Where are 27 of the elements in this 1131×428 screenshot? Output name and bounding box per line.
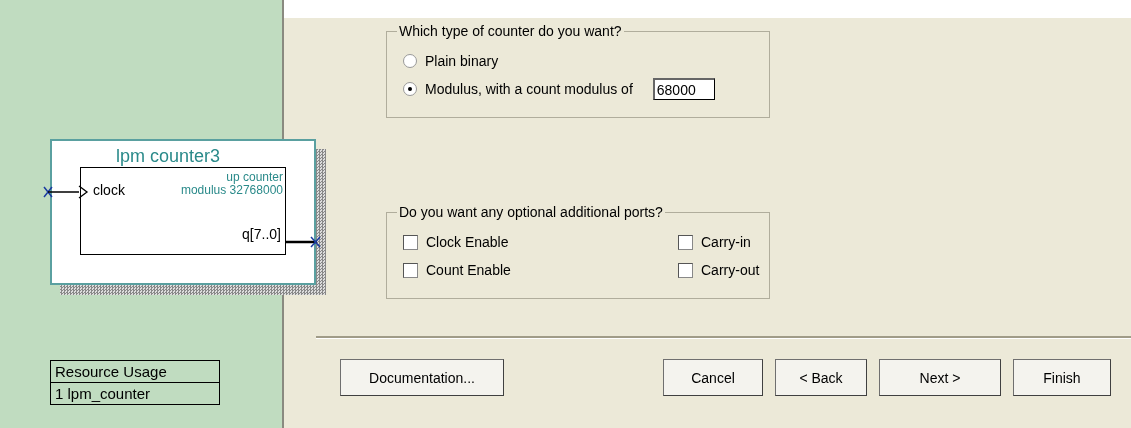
symbol-note: modulus 32768000 [180, 184, 283, 197]
option-label: Modulus, with a count modulus of [425, 81, 633, 97]
table-cell-text: 1 lpm_counter [54, 384, 152, 404]
option-label: Carry-in [701, 234, 751, 250]
option-label: Carry-out [701, 262, 760, 278]
wizard-button[interactable]: Finish [1013, 359, 1111, 396]
wizard-button[interactable]: Cancel [663, 359, 763, 396]
option-label: Clock Enable [426, 234, 509, 250]
checkbox[interactable] [403, 262, 418, 278]
wizard-button[interactable]: Next > [879, 359, 1001, 396]
modulus-input[interactable]: 68000 [652, 78, 715, 100]
group-title: Which type of counter do you want? [398, 23, 623, 39]
checkbox[interactable] [678, 262, 693, 278]
wizard-button[interactable]: < Back [775, 359, 867, 396]
group-title: Do you want any optional additional ports? [398, 204, 664, 220]
pin-label: q[7..0] [242, 226, 281, 242]
checkbox[interactable] [678, 234, 693, 250]
radio-button[interactable] [403, 54, 417, 68]
pin-label: clock [93, 182, 125, 198]
symbol-title: lpm counter3 [116, 146, 221, 167]
option-label: Count Enable [426, 262, 511, 278]
table-header: Resource Usage [51, 361, 219, 383]
radio-button[interactable] [403, 82, 417, 96]
option-label: Plain binary [425, 53, 499, 69]
symbol-note: up counter [226, 171, 283, 184]
checkbox[interactable] [403, 234, 418, 250]
documentation-button[interactable]: Documentation... [340, 359, 504, 396]
